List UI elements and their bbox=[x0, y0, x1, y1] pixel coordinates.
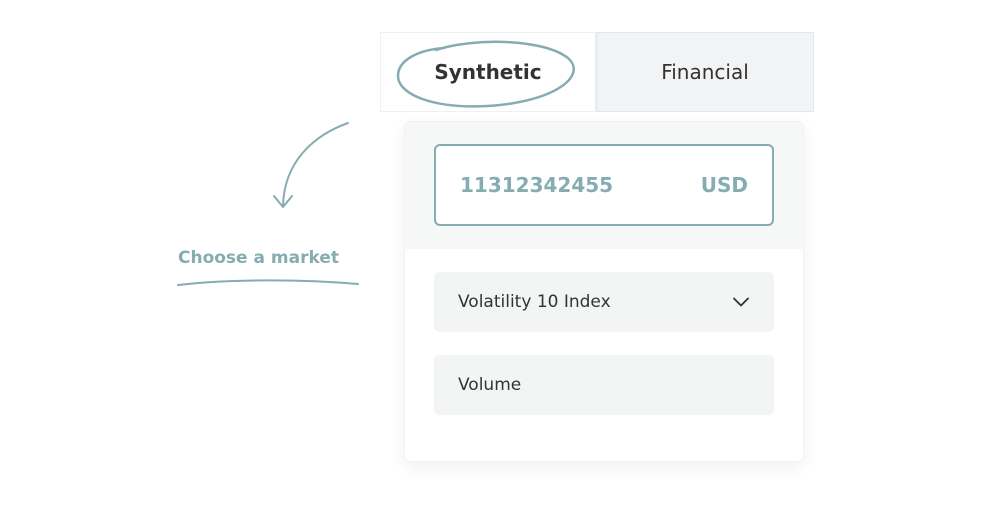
amount-value: 11312342455 bbox=[460, 173, 614, 197]
choose-market-annotation: Choose a market bbox=[178, 248, 339, 268]
market-tabs: Synthetic Financial bbox=[380, 32, 814, 112]
tab-synthetic[interactable]: Synthetic bbox=[380, 32, 596, 112]
volume-placeholder: Volume bbox=[458, 375, 522, 395]
amount-field[interactable]: 11312342455 USD bbox=[434, 144, 774, 226]
tab-financial[interactable]: Financial bbox=[596, 32, 814, 112]
tab-financial-label: Financial bbox=[661, 60, 749, 84]
volume-input[interactable]: Volume bbox=[434, 355, 774, 415]
hand-drawn-underline bbox=[177, 279, 359, 286]
tab-synthetic-label: Synthetic bbox=[434, 60, 542, 84]
trade-panel: 11312342455 USD Volatility 10 Index Volu… bbox=[404, 121, 804, 462]
chevron-down-icon bbox=[733, 297, 749, 307]
market-select-value: Volatility 10 Index bbox=[458, 292, 611, 312]
market-select[interactable]: Volatility 10 Index bbox=[434, 272, 774, 332]
currency-label: USD bbox=[700, 173, 748, 197]
curved-arrow-icon bbox=[273, 122, 349, 208]
